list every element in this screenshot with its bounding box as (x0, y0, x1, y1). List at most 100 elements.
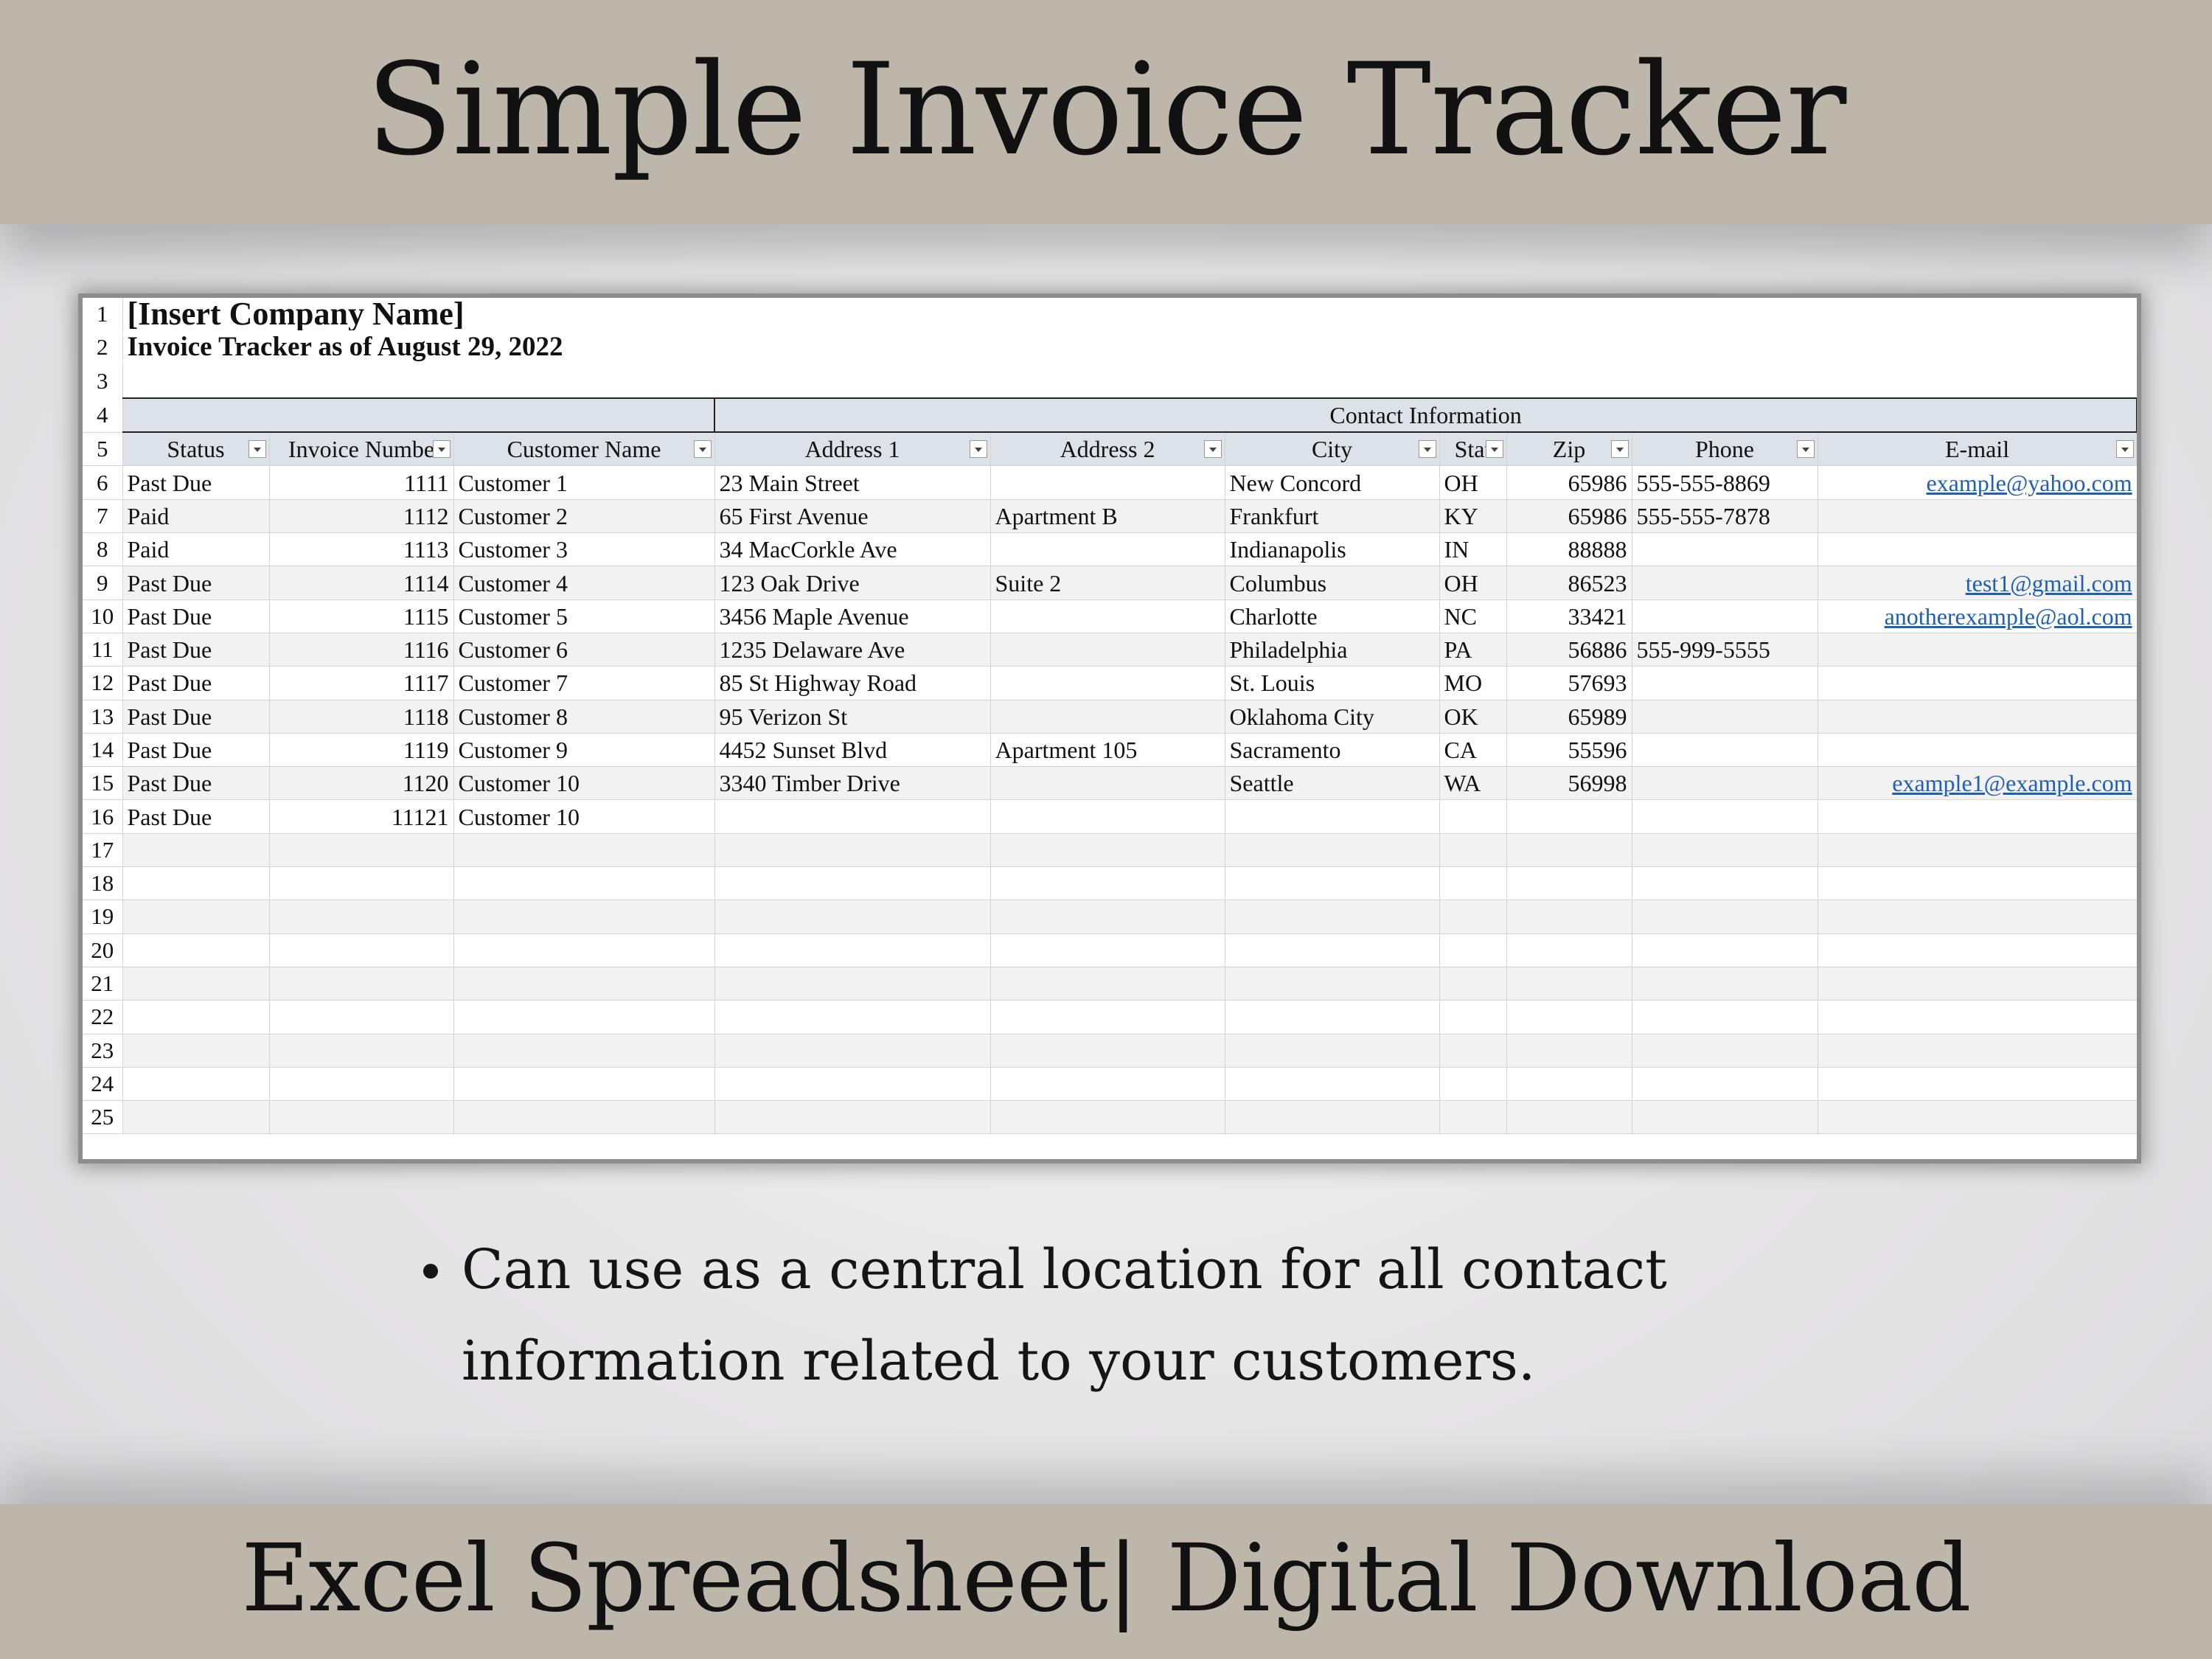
table-cell[interactable] (990, 599, 1225, 633)
table-cell[interactable] (1439, 1034, 1507, 1068)
table-cell[interactable] (268, 900, 454, 934)
table-cell[interactable]: Philadelphia (1224, 633, 1440, 667)
table-cell[interactable]: 86523 (1506, 566, 1632, 600)
cell[interactable] (714, 330, 2137, 365)
table-cell[interactable] (1817, 532, 2137, 567)
table-cell[interactable] (1631, 1067, 1818, 1102)
table-cell[interactable]: test1@gmail.com (1817, 566, 2137, 600)
table-cell[interactable]: 555-999-5555 (1631, 633, 1818, 667)
tracker-subtitle[interactable]: Invoice Tracker as of August 29, 2022 (122, 330, 715, 365)
table-cell[interactable] (1631, 900, 1818, 934)
table-cell[interactable]: 11121 (268, 799, 454, 834)
table-cell[interactable]: 1120 (268, 766, 454, 801)
table-cell[interactable] (1224, 1000, 1440, 1034)
row-number[interactable]: 20 (83, 933, 123, 967)
table-cell[interactable] (1631, 733, 1818, 768)
row-number[interactable]: 9 (83, 566, 123, 600)
table-cell[interactable] (268, 967, 454, 1001)
table-cell[interactable] (1224, 799, 1440, 834)
table-cell[interactable] (1817, 1067, 2137, 1102)
table-cell[interactable]: 34 MacCorkle Ave (714, 532, 991, 567)
table-cell[interactable]: Paid (122, 532, 270, 567)
table-cell[interactable]: Past Due (122, 465, 270, 500)
filter-dropdown-icon[interactable] (248, 440, 266, 459)
column-header[interactable]: Zip (1506, 432, 1632, 467)
table-cell[interactable] (990, 833, 1225, 868)
table-cell[interactable]: KY (1439, 499, 1507, 534)
table-cell[interactable] (990, 465, 1225, 500)
row-number[interactable]: 21 (83, 967, 123, 1001)
cell[interactable] (714, 298, 2137, 332)
table-cell[interactable] (1631, 866, 1818, 901)
table-cell[interactable] (714, 1000, 991, 1034)
table-cell[interactable] (1224, 1100, 1440, 1135)
table-cell[interactable] (1817, 799, 2137, 834)
table-cell[interactable] (1224, 900, 1440, 934)
table-cell[interactable]: Customer 6 (453, 633, 715, 667)
table-cell[interactable]: 65989 (1506, 700, 1632, 734)
row-number[interactable]: 25 (83, 1100, 123, 1135)
table-cell[interactable] (1506, 967, 1632, 1001)
table-cell[interactable] (453, 1034, 715, 1068)
row-number[interactable]: 12 (83, 666, 123, 700)
table-cell[interactable] (1817, 967, 2137, 1001)
table-cell[interactable]: 1112 (268, 499, 454, 534)
table-cell[interactable] (1631, 532, 1818, 567)
table-cell[interactable] (1631, 666, 1818, 700)
table-cell[interactable]: Suite 2 (990, 566, 1225, 600)
table-cell[interactable]: Past Due (122, 733, 270, 768)
table-cell[interactable] (268, 1000, 454, 1034)
table-cell[interactable] (1631, 833, 1818, 868)
table-cell[interactable] (1631, 599, 1818, 633)
table-cell[interactable]: 95 Verizon St (714, 700, 991, 734)
table-cell[interactable] (990, 1067, 1225, 1102)
row-number[interactable]: 6 (83, 465, 123, 500)
table-cell[interactable] (1224, 967, 1440, 1001)
table-cell[interactable] (990, 766, 1225, 801)
table-cell[interactable] (1506, 933, 1632, 967)
column-header[interactable]: Stat (1439, 432, 1507, 467)
table-cell[interactable] (122, 1034, 270, 1068)
table-cell[interactable] (1506, 866, 1632, 901)
table-cell[interactable] (990, 532, 1225, 567)
table-cell[interactable] (1631, 700, 1818, 734)
table-cell[interactable] (714, 1034, 991, 1068)
table-cell[interactable] (453, 933, 715, 967)
table-cell[interactable] (268, 1034, 454, 1068)
table-cell[interactable] (1631, 566, 1818, 600)
filter-dropdown-icon[interactable] (1610, 440, 1629, 459)
table-cell[interactable]: Customer 4 (453, 566, 715, 600)
row-number[interactable]: 2 (83, 330, 123, 365)
table-cell[interactable]: example1@example.com (1817, 766, 2137, 801)
table-cell[interactable] (1506, 833, 1632, 868)
row-number[interactable]: 8 (83, 532, 123, 567)
table-cell[interactable]: 23 Main Street (714, 465, 991, 500)
column-header[interactable]: City (1224, 432, 1440, 467)
table-cell[interactable] (990, 666, 1225, 700)
table-cell[interactable] (268, 866, 454, 901)
table-cell[interactable] (1439, 833, 1507, 868)
table-cell[interactable]: Oklahoma City (1224, 700, 1440, 734)
table-cell[interactable] (1439, 866, 1507, 901)
table-cell[interactable]: 4452 Sunset Blvd (714, 733, 991, 768)
table-cell[interactable] (1439, 1067, 1507, 1102)
table-cell[interactable] (990, 633, 1225, 667)
table-cell[interactable]: Customer 10 (453, 799, 715, 834)
table-cell[interactable] (453, 900, 715, 934)
filter-dropdown-icon[interactable] (1485, 440, 1503, 459)
table-cell[interactable]: Apartment B (990, 499, 1225, 534)
table-cell[interactable]: 555-555-7878 (1631, 499, 1818, 534)
table-cell[interactable] (1506, 1100, 1632, 1135)
table-cell[interactable]: 57693 (1506, 666, 1632, 700)
table-cell[interactable]: 65986 (1506, 465, 1632, 500)
column-header[interactable]: Status (122, 432, 270, 467)
cell[interactable] (122, 364, 715, 399)
table-cell[interactable] (453, 866, 715, 901)
row-number[interactable]: 23 (83, 1034, 123, 1068)
table-cell[interactable] (714, 866, 991, 901)
table-cell[interactable]: Past Due (122, 599, 270, 633)
column-header[interactable]: Invoice Numbe (268, 432, 454, 467)
table-cell[interactable] (268, 1100, 454, 1135)
row-number[interactable]: 13 (83, 700, 123, 734)
table-cell[interactable]: IN (1439, 532, 1507, 567)
